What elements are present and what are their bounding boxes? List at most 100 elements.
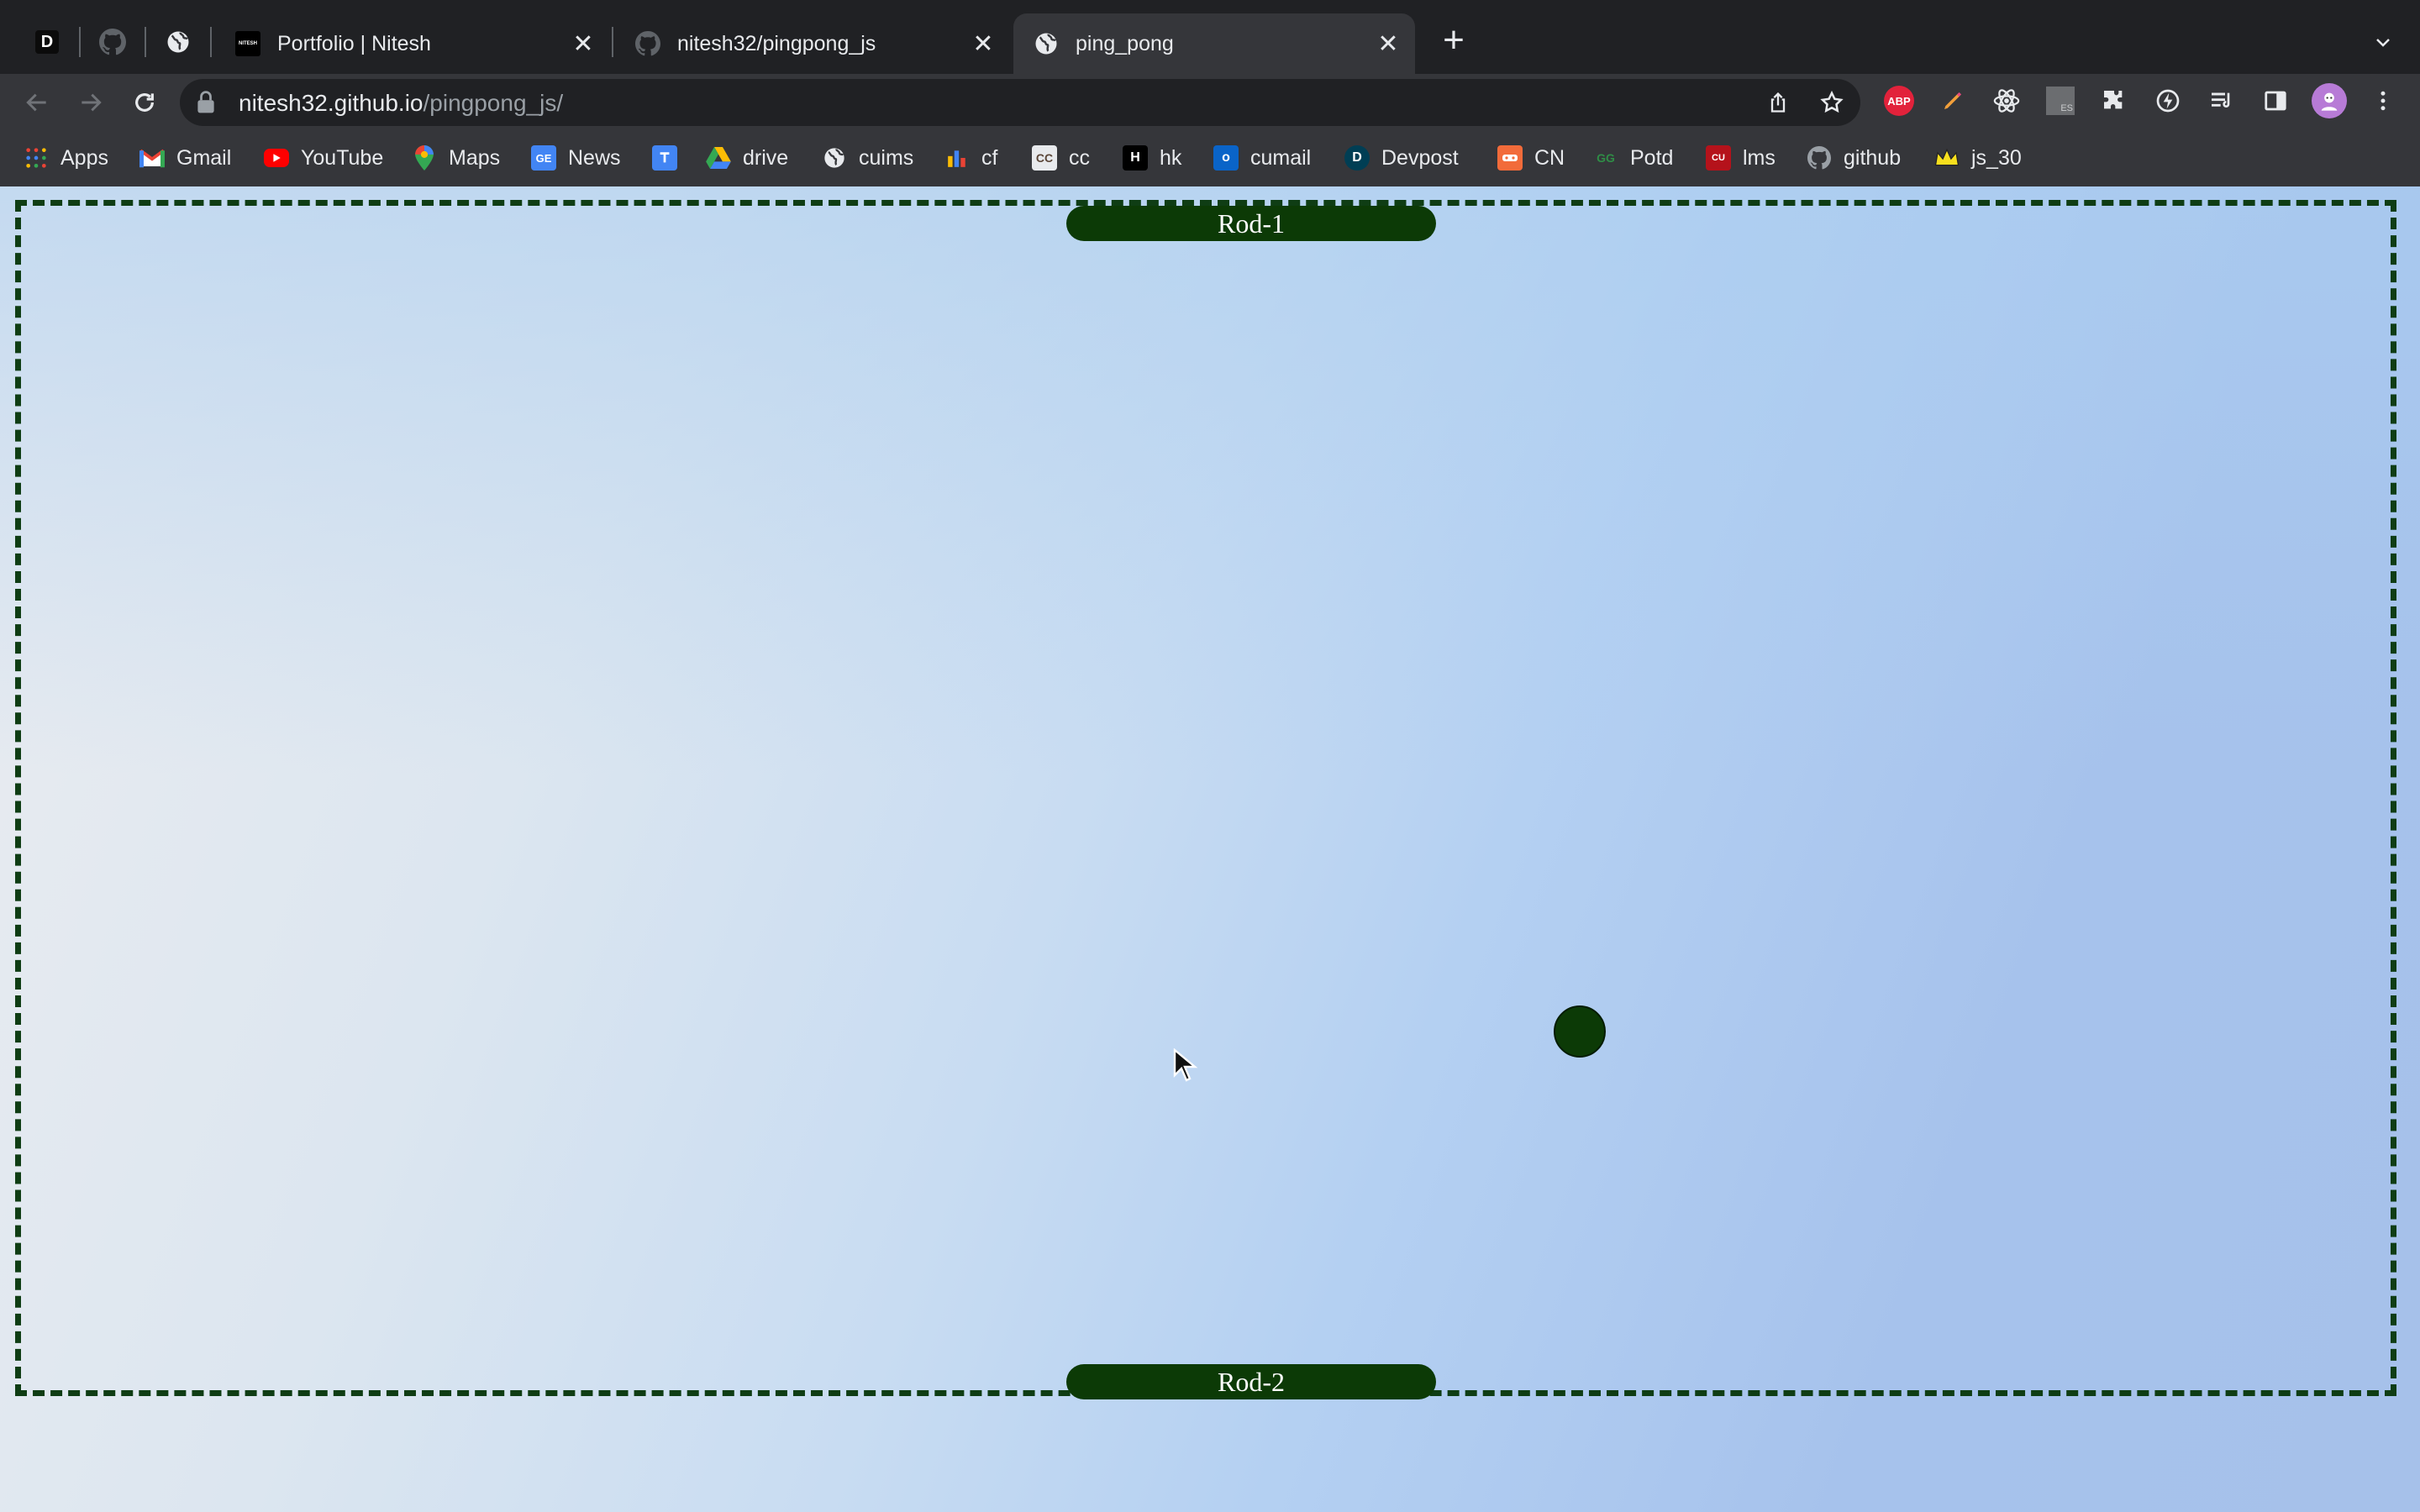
rod-bottom-label: Rod-2 xyxy=(1218,1366,1285,1397)
mouse-cursor-icon xyxy=(1173,1048,1198,1082)
react-icon xyxy=(1993,89,2020,113)
tab-search-button[interactable] xyxy=(2365,24,2402,60)
tab-separator xyxy=(79,27,81,57)
close-icon[interactable]: ✕ xyxy=(1373,29,1403,59)
bookmark-label: hk xyxy=(1160,145,1182,170)
forward-button[interactable] xyxy=(71,82,111,123)
globe-icon xyxy=(167,31,189,53)
bookmark-label: CN xyxy=(1534,145,1565,170)
bookmark-lms[interactable]: CU lms xyxy=(1706,141,1776,175)
ball xyxy=(1554,1005,1606,1058)
bookmark-codeforces[interactable]: cf xyxy=(944,141,997,175)
media-control-button[interactable] xyxy=(2203,82,2240,119)
arrow-right-icon xyxy=(82,93,102,112)
reload-icon xyxy=(135,93,154,112)
tab-github-repo[interactable]: nitesh32/pingpong_js ✕ xyxy=(615,13,1010,74)
pencil-icon xyxy=(1944,92,1962,109)
bookmark-google-translate[interactable] xyxy=(652,141,689,175)
tab-ping-pong[interactable]: ping_pong ✕ xyxy=(1013,13,1415,74)
github-icon xyxy=(99,29,126,55)
bookmark-maps[interactable]: Maps xyxy=(412,141,500,175)
bookmark-cn[interactable]: CN xyxy=(1497,141,1565,175)
adblock-icon: ABP xyxy=(1884,86,1914,116)
lightning-circle-icon xyxy=(2156,89,2180,113)
color-picker-extension[interactable] xyxy=(1934,82,1971,119)
bookmark-label: Maps xyxy=(449,145,501,170)
bookmark-codechef[interactable]: CC cc xyxy=(1032,141,1090,175)
bookmark-hackerrank[interactable]: H hk xyxy=(1123,141,1181,175)
bookmark-cuims[interactable]: cuims xyxy=(822,141,913,175)
bookmark-devpost[interactable]: D Devpost xyxy=(1344,141,1459,175)
url-path: /pingpong_js/ xyxy=(423,90,564,116)
speed-extension[interactable] xyxy=(2149,82,2186,119)
tab-separator xyxy=(612,27,613,57)
bookmark-label: cf xyxy=(981,145,998,170)
bookmark-drive[interactable]: drive xyxy=(706,141,788,175)
tab-separator xyxy=(145,27,146,57)
bookmark-cumail[interactable]: o cumail xyxy=(1213,141,1311,175)
star-icon xyxy=(1820,90,1844,113)
bookmark-potd[interactable]: GG Potd xyxy=(1593,141,1673,175)
bookmark-github[interactable]: github xyxy=(1807,141,1901,175)
es-extension[interactable]: ES xyxy=(2042,82,2079,119)
reload-button[interactable] xyxy=(124,82,165,123)
profile-avatar-icon xyxy=(2321,92,2338,111)
github-icon xyxy=(635,31,660,56)
url-host: nitesh32.github.io xyxy=(239,90,424,116)
share-button[interactable] xyxy=(1761,86,1795,119)
back-button[interactable] xyxy=(17,82,57,123)
page-content: Rod-1 Rod-2 xyxy=(0,186,2420,1512)
url-text: nitesh32.github.io/pingpong_js/ xyxy=(239,90,563,117)
bookmark-star-button[interactable] xyxy=(1815,86,1849,119)
bookmark-apps[interactable]: Apps xyxy=(24,141,108,175)
side-panel-icon xyxy=(2265,91,2286,111)
side-panel-button[interactable] xyxy=(2257,82,2294,119)
pinned-tab-globe[interactable] xyxy=(158,22,198,62)
tab-portfolio[interactable]: NITESH Portfolio | Nitesh ✕ xyxy=(215,13,610,74)
tab-strip: D NITESH Portfolio | Nitesh ✕ nitesh32/p… xyxy=(0,0,2420,74)
react-devtools-extension[interactable] xyxy=(1988,82,2025,119)
close-icon[interactable]: ✕ xyxy=(968,29,998,59)
new-tab-button[interactable]: + xyxy=(1434,19,1474,60)
tab-separator xyxy=(210,27,212,57)
adblock-extension[interactable]: ABP xyxy=(1881,82,1918,119)
lock-icon xyxy=(197,91,214,113)
puzzle-icon xyxy=(2104,91,2123,109)
lms-icon: CU xyxy=(1706,145,1731,171)
pinned-tab-github[interactable] xyxy=(92,22,133,62)
hackerrank-icon: H xyxy=(1123,145,1148,171)
bookmark-gmail[interactable]: Gmail xyxy=(139,141,231,175)
gfg-icon: GG xyxy=(1597,151,1615,165)
bookmark-label: cuims xyxy=(859,145,914,170)
coding-ninjas-icon xyxy=(1497,145,1523,171)
browser-chrome: D NITESH Portfolio | Nitesh ✕ nitesh32/p… xyxy=(0,0,2420,188)
extensions-button[interactable] xyxy=(2096,82,2133,119)
bookmark-label: js_30 xyxy=(1971,145,2022,170)
profile-button[interactable] xyxy=(2311,82,2348,119)
js30-crown-icon xyxy=(1934,145,1960,171)
apps-grid-icon xyxy=(24,145,49,171)
bookmark-label: drive xyxy=(743,145,789,170)
google-translate-icon xyxy=(652,145,677,171)
bookmark-label: cc xyxy=(1069,145,1090,170)
bookmark-label: Gmail xyxy=(176,145,232,170)
pinned-tab-dev[interactable]: D xyxy=(27,22,67,62)
codeforces-icon xyxy=(944,145,970,171)
browser-menu-button[interactable] xyxy=(2365,82,2402,119)
globe-icon xyxy=(1034,31,1059,56)
outlook-icon: o xyxy=(1213,145,1239,171)
bookmark-news[interactable]: GE News xyxy=(531,141,621,175)
bookmark-label: News xyxy=(568,145,621,170)
tab-title: nitesh32/pingpong_js xyxy=(677,31,876,55)
es-icon: ES xyxy=(2046,87,2075,115)
close-icon[interactable]: ✕ xyxy=(568,29,598,59)
rod-bottom: Rod-2 xyxy=(1066,1364,1436,1399)
bookmark-js30[interactable]: js_30 xyxy=(1934,141,2022,175)
bookmark-youtube[interactable]: YouTube xyxy=(264,141,383,175)
share-icon xyxy=(1770,92,1786,113)
drive-icon xyxy=(706,145,731,171)
playlist-icon xyxy=(2212,92,2230,108)
nitesh-portfolio-icon: NITESH xyxy=(235,31,260,56)
youtube-icon xyxy=(264,149,289,167)
address-bar[interactable]: nitesh32.github.io/pingpong_js/ xyxy=(180,79,1860,126)
